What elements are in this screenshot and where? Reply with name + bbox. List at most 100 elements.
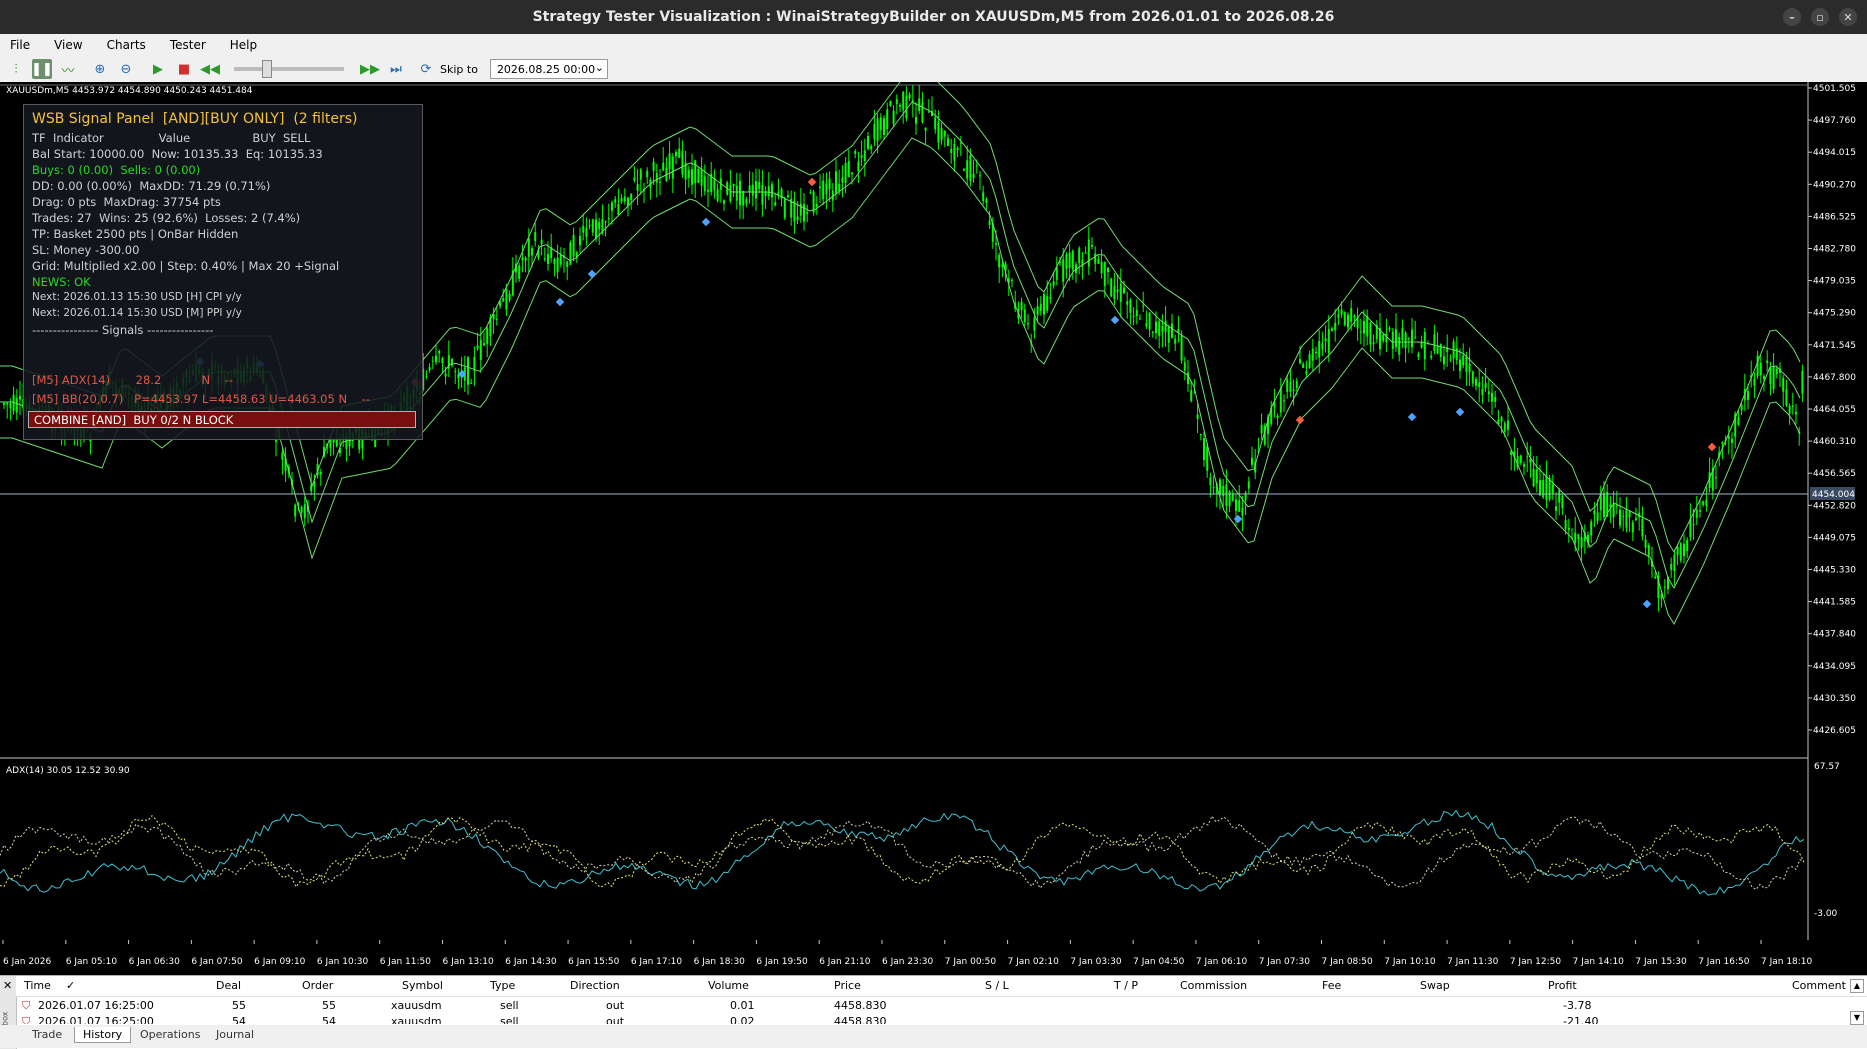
- candle-body: [735, 185, 738, 201]
- time-tick-label: 6 Jan 10:30: [317, 957, 369, 967]
- candle-body: [892, 111, 895, 124]
- panel-signal-adx: [M5] ADX(14) 28.2 N --: [32, 373, 234, 387]
- candle-body: [639, 169, 642, 180]
- minimize-icon[interactable]: –: [1783, 8, 1801, 26]
- toolbox-close-icon[interactable]: ✕: [3, 979, 12, 992]
- bar-chart-icon[interactable]: ⫶: [6, 59, 26, 79]
- panel-sl: SL: Money -300.00: [32, 243, 140, 257]
- menu-charts[interactable]: Charts: [107, 38, 146, 52]
- price-tick-label: 4486.525: [1813, 212, 1856, 222]
- col-sl[interactable]: S / L: [985, 979, 1009, 992]
- candle-body: [1545, 475, 1548, 500]
- candle-body: [1763, 376, 1765, 380]
- candle-body: [1174, 338, 1177, 344]
- candle-body: [1414, 336, 1417, 338]
- close-icon[interactable]: ✕: [1839, 8, 1857, 26]
- candle-body: [966, 160, 969, 179]
- scroll-down-icon[interactable]: ▼: [1850, 1011, 1864, 1025]
- rewind-icon[interactable]: ◀◀: [200, 59, 220, 79]
- candle-body: [975, 165, 978, 167]
- candle-body: [902, 91, 905, 110]
- panel-grid: Grid: Multiplied x2.00 | Step: 0.40% | M…: [32, 259, 340, 273]
- col-volume[interactable]: Volume: [708, 979, 749, 992]
- skip-to-icon[interactable]: ⟳: [416, 59, 436, 79]
- slider-thumb[interactable]: [262, 60, 272, 78]
- col-order[interactable]: Order: [302, 979, 333, 992]
- trade-marker[interactable]: [587, 269, 597, 279]
- trade-marker[interactable]: [555, 297, 565, 307]
- candle-body: [435, 355, 437, 363]
- candle-body: [1052, 281, 1055, 286]
- fast-forward-icon[interactable]: ▶▶: [360, 59, 380, 79]
- candle-body: [924, 127, 927, 131]
- maximize-icon[interactable]: ▫: [1811, 8, 1829, 26]
- menu-tester[interactable]: Tester: [170, 38, 206, 52]
- candle-body: [611, 202, 613, 211]
- trade-marker[interactable]: [1642, 599, 1652, 609]
- col-price[interactable]: Price: [834, 979, 861, 992]
- trade-marker[interactable]: [807, 177, 817, 187]
- col-comment[interactable]: Comment: [1792, 979, 1846, 992]
- trade-marker[interactable]: [1407, 412, 1417, 422]
- col-symbol[interactable]: Symbol: [402, 979, 443, 992]
- price-tick-label: 4426.605: [1813, 726, 1856, 736]
- col-deal[interactable]: Deal: [216, 979, 241, 992]
- zoom-out-icon[interactable]: ⊖: [116, 59, 136, 79]
- col-swap[interactable]: Swap: [1420, 979, 1450, 992]
- candle-body: [803, 204, 805, 222]
- col-type[interactable]: Type: [490, 979, 515, 992]
- candle-body: [1161, 325, 1164, 332]
- panel-next-2: Next: 2026.01.14 15:30 USD [M] PPI y/y: [32, 307, 242, 319]
- zoom-in-icon[interactable]: ⊕: [90, 59, 110, 79]
- candle-body: [1139, 318, 1141, 320]
- play-icon[interactable]: ▶: [148, 59, 168, 79]
- col-direction[interactable]: Direction: [570, 979, 620, 992]
- col-tp[interactable]: T / P: [1114, 979, 1138, 992]
- candle-body: [1577, 534, 1580, 540]
- col-fee[interactable]: Fee: [1322, 979, 1341, 992]
- candle-body: [1580, 537, 1583, 548]
- trade-marker[interactable]: [1110, 315, 1120, 325]
- trade-marker[interactable]: [1707, 442, 1717, 452]
- candle-body: [1084, 252, 1087, 254]
- candle-body: [1219, 479, 1221, 496]
- col-commission[interactable]: Commission: [1180, 979, 1247, 992]
- step-forward-icon[interactable]: ⏭: [386, 59, 406, 79]
- candle-body: [774, 202, 777, 206]
- candle-body: [495, 318, 498, 320]
- speed-slider[interactable]: [234, 60, 344, 78]
- chevron-down-icon[interactable]: ⌄: [595, 61, 604, 74]
- candle-body: [1129, 299, 1132, 313]
- candle-body: [956, 147, 959, 150]
- line-chart-icon[interactable]: 〰: [58, 59, 78, 79]
- row-direction: out: [606, 1015, 625, 1024]
- candle-body: [547, 254, 549, 264]
- pause-icon[interactable]: ❚❚: [31, 59, 53, 79]
- trade-marker[interactable]: [701, 217, 711, 227]
- table-row[interactable]: ⛉ 2026.01.07 16:25:00 54 54 xauusdm sell…: [16, 1012, 1816, 1024]
- trade-marker[interactable]: [1233, 514, 1243, 524]
- price-tick-label: 4456.565: [1813, 469, 1856, 479]
- candle-body: [1433, 334, 1436, 351]
- col-time[interactable]: Time: [24, 979, 51, 992]
- col-profit[interactable]: Profit: [1548, 979, 1577, 992]
- window-title: Strategy Tester Visualization : WinaiStr…: [532, 9, 1335, 25]
- tab-journal[interactable]: Journal: [208, 1027, 262, 1042]
- candle-body: [1420, 342, 1423, 348]
- tab-trade[interactable]: Trade: [24, 1027, 70, 1042]
- scroll-up-icon[interactable]: ▲: [1850, 979, 1864, 993]
- candle-body: [303, 503, 306, 519]
- candle-body: [707, 189, 709, 192]
- candle-body: [1225, 484, 1228, 506]
- menu-help[interactable]: Help: [230, 38, 257, 52]
- skip-to-date-select[interactable]: 2026.08.25 00:00 ⌄: [489, 59, 608, 79]
- time-tick-label: 7 Jan 02:10: [1008, 957, 1060, 967]
- candle-body: [1459, 359, 1461, 372]
- stop-icon[interactable]: ■: [174, 59, 194, 79]
- menu-view[interactable]: View: [54, 38, 82, 52]
- trade-marker[interactable]: [1455, 407, 1465, 417]
- tab-history[interactable]: History: [74, 1027, 132, 1043]
- candle-body: [1555, 506, 1557, 511]
- tab-operations[interactable]: Operations: [132, 1027, 208, 1042]
- menu-file[interactable]: File: [10, 38, 30, 52]
